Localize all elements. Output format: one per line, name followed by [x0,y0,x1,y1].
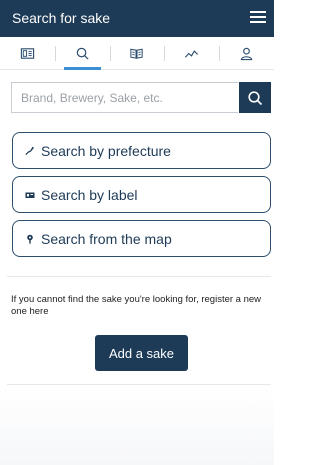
search-by-prefecture-label: Search by prefecture [41,142,171,159]
tab-sake-list[interactable] [0,37,55,69]
search-icon [248,90,263,105]
tab-ranking[interactable] [164,37,219,69]
search-from-map-button[interactable]: Search from the map [12,220,271,257]
page-footer-area [0,387,274,465]
tab-search[interactable] [54,37,110,70]
map-region-icon [25,146,35,156]
page-title: Search for sake [12,10,111,26]
register-message: If you cannot find the sake you're looki… [11,294,262,317]
label-image-icon [25,190,35,200]
add-sake-button[interactable]: Add a sake [95,335,188,371]
map-pin-icon [25,234,35,244]
search-input[interactable] [11,82,238,113]
hamburger-menu-icon[interactable] [250,9,266,25]
search-by-prefecture-button[interactable]: Search by prefecture [12,132,271,169]
app-header: Search for sake [0,0,274,37]
section-divider [7,276,271,277]
book-icon [130,48,144,59]
ranking-chart-icon [185,49,199,58]
section-divider [7,384,271,385]
search-by-label-label: Search by label [41,186,138,203]
tab-book[interactable] [109,37,165,69]
search-by-label-button[interactable]: Search by label [12,176,271,213]
search-button[interactable] [239,82,271,113]
search-options: Search by prefecture Search by label Sea… [12,132,271,264]
search-icon [76,47,89,60]
search-bar [11,82,271,113]
tab-user[interactable] [219,37,274,69]
tab-bar [0,37,274,70]
search-from-map-label: Search from the map [41,230,172,247]
sake-list-icon [20,47,35,59]
user-icon [240,47,253,60]
